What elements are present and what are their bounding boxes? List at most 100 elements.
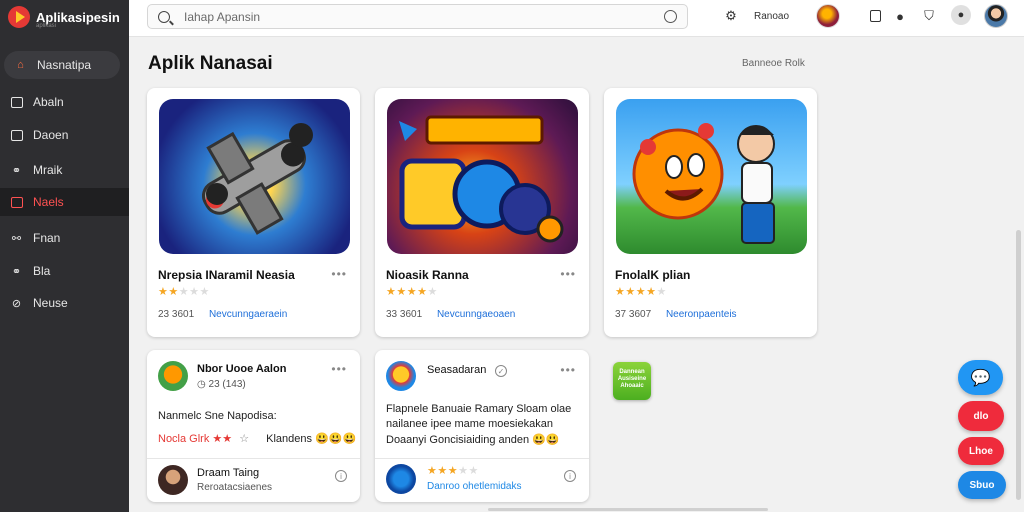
post-sub: 23 (143) [208, 379, 246, 390]
developer-link[interactable]: Nevcunngaeoaen [437, 309, 515, 320]
post-card[interactable]: Seasadaran ✓ ••• Flapnele Banuaie Ramary… [375, 350, 589, 502]
app-meta: 33 3601 Nevcunngaeoaen [386, 309, 515, 320]
tag-dark[interactable]: Klandens [266, 433, 312, 445]
top-bar: ⚙ Ranoao ● ⛉ ● [129, 0, 1024, 37]
promo-badge[interactable]: Dannean Ausiseine Ahoaaic [613, 362, 651, 400]
post-body-line: Doaanyi Goncisiaiding anden 😃😃 [386, 433, 560, 446]
red-action-button[interactable]: dlo [958, 401, 1004, 431]
post-body-line: Flapnele Banuaie Ramary Sloam olae [386, 403, 572, 415]
red-action-button[interactable]: Lhoe [958, 437, 1004, 465]
info-icon[interactable]: i [564, 470, 576, 482]
app-card[interactable]: FnolalK plian ★★★★★ 37 3607 Neeronpaente… [604, 88, 817, 337]
rating-stars: ★★★★★ [386, 286, 438, 298]
link-icon: ⚭ [11, 164, 22, 177]
sidebar-item-daoen[interactable]: Daoen [0, 121, 129, 149]
footer-name[interactable]: Draam Taing [197, 467, 259, 479]
square-icon [10, 96, 23, 109]
sidebar-item-neuse[interactable]: ⊘ Neuse [0, 289, 129, 317]
rating-stars: ★★★★★ [615, 286, 667, 298]
brand-subtitle: aplikasi [36, 23, 57, 29]
square-icon [10, 196, 23, 209]
sidebar-item-fnan[interactable]: ⚯ Fnan [0, 224, 129, 252]
blue-action-button[interactable]: Sbuo [958, 471, 1006, 499]
share-icon: ⚯ [11, 232, 22, 245]
more-options-icon[interactable]: ••• [560, 363, 576, 377]
user-avatar[interactable] [158, 361, 188, 391]
app-title[interactable]: Nioasik Ranna [386, 268, 469, 282]
app-meta: 37 3607 Neeronpaenteis [615, 309, 737, 320]
post-author[interactable]: Seasadaran [427, 364, 486, 376]
divider [375, 458, 589, 459]
sidebar-item-bla[interactable]: ⚭ Bla [0, 257, 129, 285]
chat-bubble-icon: 💬 [970, 369, 991, 387]
game-thumbnail[interactable] [616, 99, 807, 254]
bookmark-icon[interactable] [867, 8, 883, 24]
post-body: Nanmelc Sne Napodisa: [158, 410, 277, 422]
game-logo-icon [399, 115, 564, 243]
game-thumbnail[interactable] [387, 99, 578, 254]
sidebar-item-label: Neuse [33, 296, 68, 310]
rocket-plane-icon [201, 123, 313, 235]
user-avatar[interactable] [158, 465, 188, 495]
see-all-link[interactable]: Banneoe Rolk [742, 58, 805, 69]
voice-search-icon[interactable] [664, 10, 677, 23]
cartoon-characters-icon [632, 123, 775, 244]
download-count: 33 3601 [386, 309, 423, 320]
verified-icon: ✓ [495, 365, 507, 377]
tag-red[interactable]: Nocla Glrk [158, 433, 209, 445]
game-avatar[interactable] [386, 464, 416, 494]
user-avatar[interactable] [386, 361, 416, 391]
profile-icon[interactable]: ● [892, 8, 908, 24]
app-meta: 23 3601 Nevcunngaeraein [158, 309, 287, 320]
more-options-icon[interactable]: ••• [331, 362, 347, 376]
horizontal-scrollbar[interactable] [488, 508, 768, 511]
app-title[interactable]: FnolalK plian [615, 268, 690, 282]
post-meta: ◷ 23 (143) [197, 379, 246, 390]
post-card[interactable]: Nbor Uooe Aalon ◷ 23 (143) ••• Nanmelc S… [147, 350, 360, 502]
language-icon[interactable]: ⚙ [723, 8, 739, 24]
rating-stars: ★★★★★ [427, 465, 479, 477]
post-body-text: Doaanyi Goncisiaiding anden [386, 434, 530, 446]
emoji-icon: 😃😃 [532, 434, 560, 446]
sidebar-item-label: Fnan [33, 231, 61, 245]
search-input[interactable] [184, 9, 644, 24]
brand[interactable]: Aplikasipesin [8, 6, 120, 28]
app-card[interactable]: Nioasik Ranna ••• ★★★★★ 33 3601 Nevcunng… [375, 88, 589, 337]
chat-button[interactable]: 💬 [958, 360, 1003, 395]
more-options-icon[interactable]: ••• [560, 267, 576, 281]
sidebar-item-label: Nasnatipa [37, 58, 92, 72]
footer-sub: Reroatacsiaenes [197, 482, 273, 493]
more-options-icon[interactable]: ••• [331, 267, 347, 281]
divider [147, 458, 360, 459]
info-icon[interactable]: i [335, 470, 347, 482]
search-icon [158, 10, 170, 23]
sidebar-item-home[interactable]: ⌂ Nasnatipa [4, 51, 120, 79]
sidebar-item-label: Daoen [33, 128, 69, 142]
developer-link[interactable]: Nevcunngaeraein [209, 309, 287, 320]
app-card[interactable]: Nrepsia INaramil Neasia ••• ★★★★★ 23 360… [147, 88, 360, 337]
search-bar[interactable] [147, 4, 688, 29]
sidebar-item-naels[interactable]: Naels [0, 188, 129, 216]
sidebar-item-label: Mraik [33, 163, 63, 177]
game-avatar[interactable] [816, 4, 840, 28]
app-title[interactable]: Nrepsia INaramil Neasia [158, 268, 295, 282]
sidebar-item-mraik[interactable]: ⚭ Mraik [0, 156, 129, 184]
sidebar: Aplikasipesin aplikasi ⌂ Nasnatipa Abaln… [0, 0, 129, 512]
shield-icon[interactable]: ⛉ [921, 8, 937, 24]
star-outline-icon: ☆ [239, 433, 250, 445]
post-author[interactable]: Nbor Uooe Aalon [197, 363, 286, 375]
post-body-line: nailanee ipee mame moesiekakan [386, 418, 553, 430]
download-count: 23 3601 [158, 309, 195, 320]
developer-link[interactable]: Neeronpaenteis [666, 309, 737, 320]
game-thumbnail[interactable] [159, 99, 350, 254]
user-avatar[interactable] [984, 4, 1008, 28]
emoji-icon: 😃😃😃 [315, 433, 357, 445]
vertical-scrollbar[interactable] [1016, 230, 1021, 500]
account-icon[interactable]: ● [951, 5, 971, 25]
sidebar-item-label: Bla [33, 264, 51, 278]
sidebar-item-label: Naels [33, 195, 64, 209]
footer-link[interactable]: Danroo ohetlemidaks [427, 481, 522, 492]
sidebar-item-abaln[interactable]: Abaln [0, 88, 129, 116]
language-label[interactable]: Ranoao [754, 11, 789, 22]
play-logo-icon [8, 6, 30, 28]
